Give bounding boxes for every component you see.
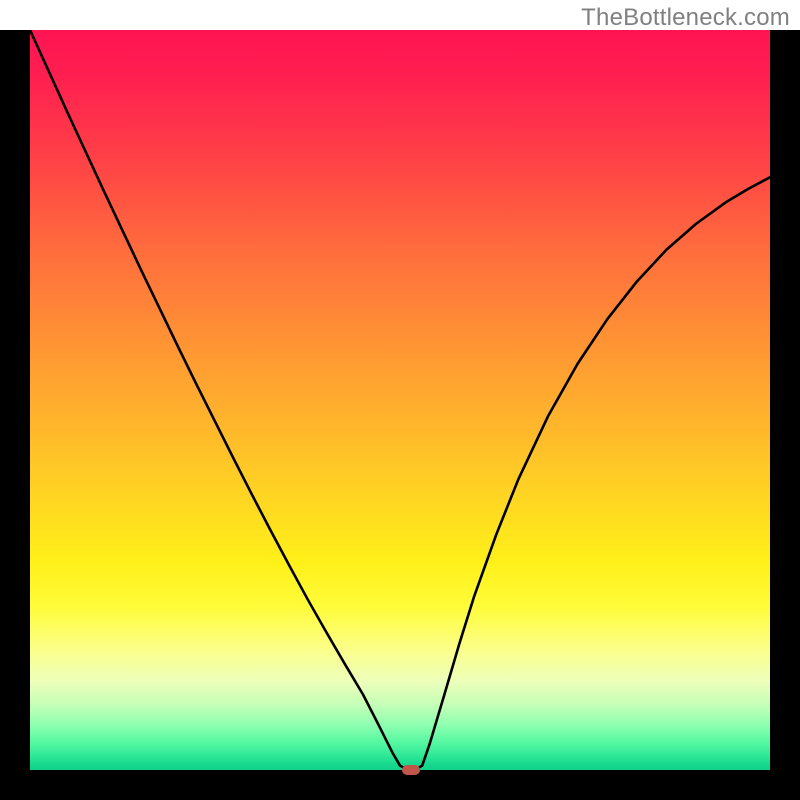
watermark-text: TheBottleneck.com bbox=[581, 4, 790, 32]
chart-frame: TheBottleneck.com bbox=[0, 0, 800, 800]
plot-outer-border bbox=[0, 30, 800, 800]
plot-gradient-area bbox=[30, 30, 770, 770]
optimum-marker bbox=[402, 765, 420, 775]
bottleneck-curve bbox=[30, 30, 770, 770]
